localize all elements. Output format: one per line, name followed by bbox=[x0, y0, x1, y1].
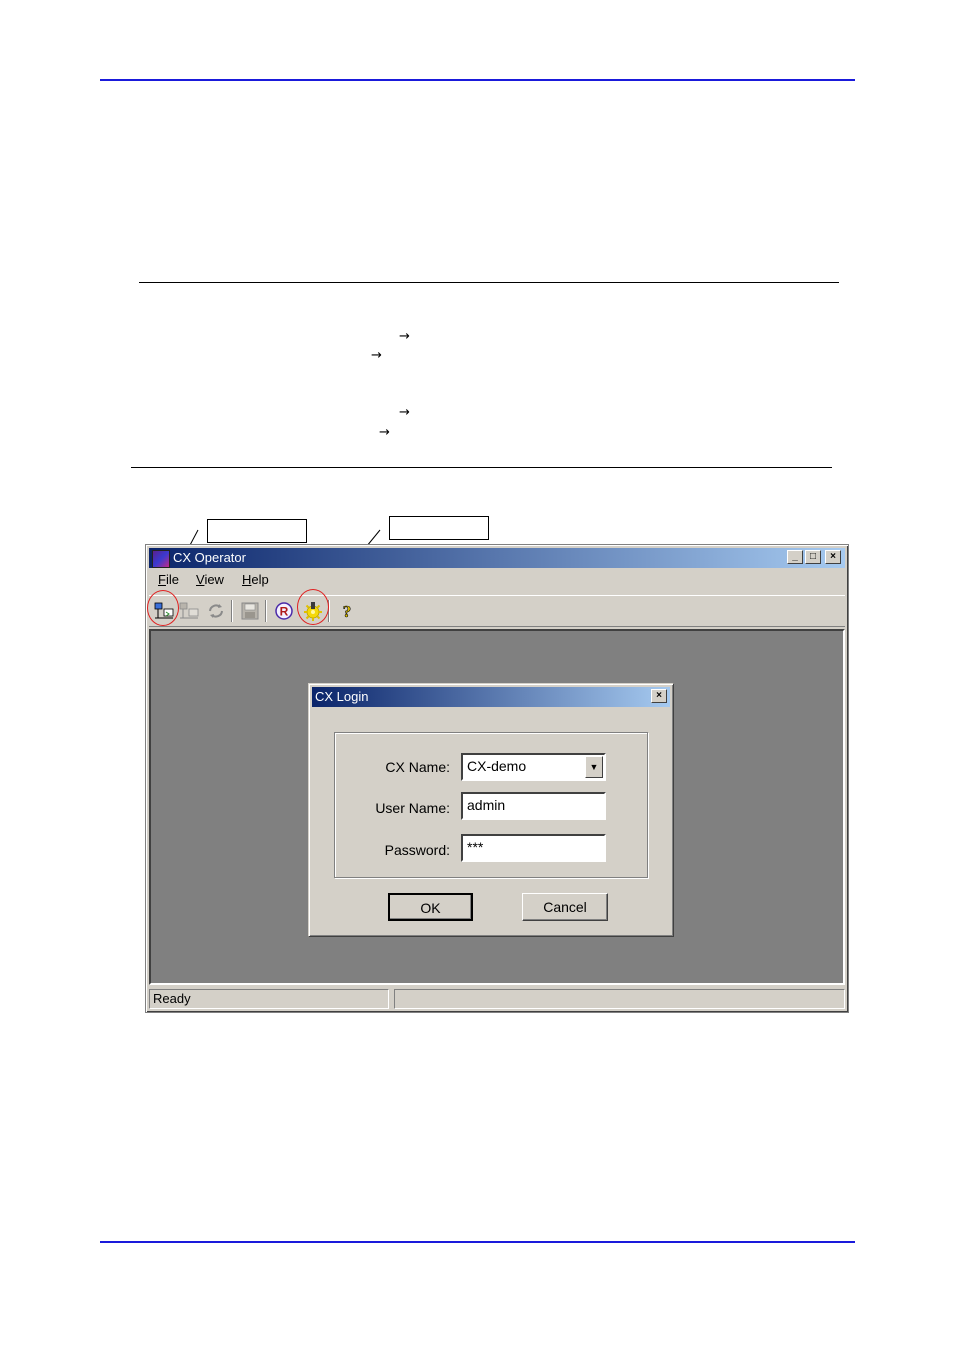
logout-button[interactable] bbox=[178, 600, 200, 622]
dialog-title: CX Login bbox=[315, 689, 369, 704]
help-icon: ? bbox=[342, 602, 352, 622]
statusbar: Ready bbox=[149, 989, 845, 1009]
cx-login-dialog: CX Login × CX Name: CX-demo ▼ User Name:… bbox=[308, 683, 674, 937]
refresh-button[interactable] bbox=[205, 600, 227, 622]
ok-button[interactable]: OK bbox=[388, 893, 473, 921]
window-title: CX Operator bbox=[173, 550, 246, 565]
toolbar-separator-2 bbox=[265, 600, 267, 622]
menu-file[interactable]: File bbox=[158, 572, 179, 587]
toolbar-separator-1 bbox=[231, 600, 233, 622]
window-titlebar[interactable]: CX Operator _ □ × bbox=[149, 548, 845, 568]
combo-dropdown-button[interactable]: ▼ bbox=[585, 756, 603, 778]
menu-help[interactable]: Help bbox=[242, 572, 269, 587]
svg-text:?: ? bbox=[343, 602, 352, 621]
maximize-button[interactable]: □ bbox=[805, 550, 821, 564]
cancel-button[interactable]: Cancel bbox=[522, 893, 608, 921]
dialog-close-button[interactable]: × bbox=[651, 689, 667, 703]
status-pane-2 bbox=[394, 989, 845, 1009]
user-name-input[interactable]: admin bbox=[461, 792, 606, 820]
password-value: *** bbox=[467, 839, 484, 855]
logout-icon bbox=[179, 602, 199, 619]
menu-view[interactable]: View bbox=[196, 572, 224, 587]
status-ready: Ready bbox=[149, 989, 389, 1009]
password-label: Password: bbox=[384, 842, 450, 858]
user-name-value: admin bbox=[467, 797, 506, 813]
registered-icon: R bbox=[275, 602, 293, 620]
registered-button[interactable]: R bbox=[273, 600, 295, 622]
dialog-titlebar[interactable]: CX Login × bbox=[312, 687, 670, 707]
minimize-icon: _ bbox=[792, 551, 798, 562]
password-input[interactable]: *** bbox=[461, 834, 606, 862]
svg-text:R: R bbox=[280, 605, 289, 619]
cx-name-label: CX Name: bbox=[385, 759, 450, 775]
save-icon bbox=[241, 602, 259, 620]
close-button[interactable]: × bbox=[825, 550, 841, 564]
highlight-login bbox=[147, 590, 179, 626]
help-button[interactable]: ? bbox=[336, 600, 358, 622]
maximize-icon: □ bbox=[809, 551, 817, 562]
menubar: File View Help bbox=[149, 570, 845, 590]
close-icon: × bbox=[830, 551, 836, 562]
chevron-down-icon: ▼ bbox=[589, 762, 599, 772]
save-button[interactable] bbox=[239, 600, 261, 622]
highlight-settings bbox=[297, 589, 329, 625]
minimize-button[interactable]: _ bbox=[787, 550, 803, 564]
cx-name-combo[interactable]: CX-demo ▼ bbox=[461, 753, 606, 781]
refresh-icon bbox=[209, 604, 223, 618]
toolbar: R ? bbox=[149, 595, 845, 627]
dialog-close-icon: × bbox=[656, 690, 662, 701]
app-icon bbox=[152, 550, 170, 568]
cx-name-value: CX-demo bbox=[467, 758, 527, 774]
user-name-label: User Name: bbox=[375, 800, 450, 816]
